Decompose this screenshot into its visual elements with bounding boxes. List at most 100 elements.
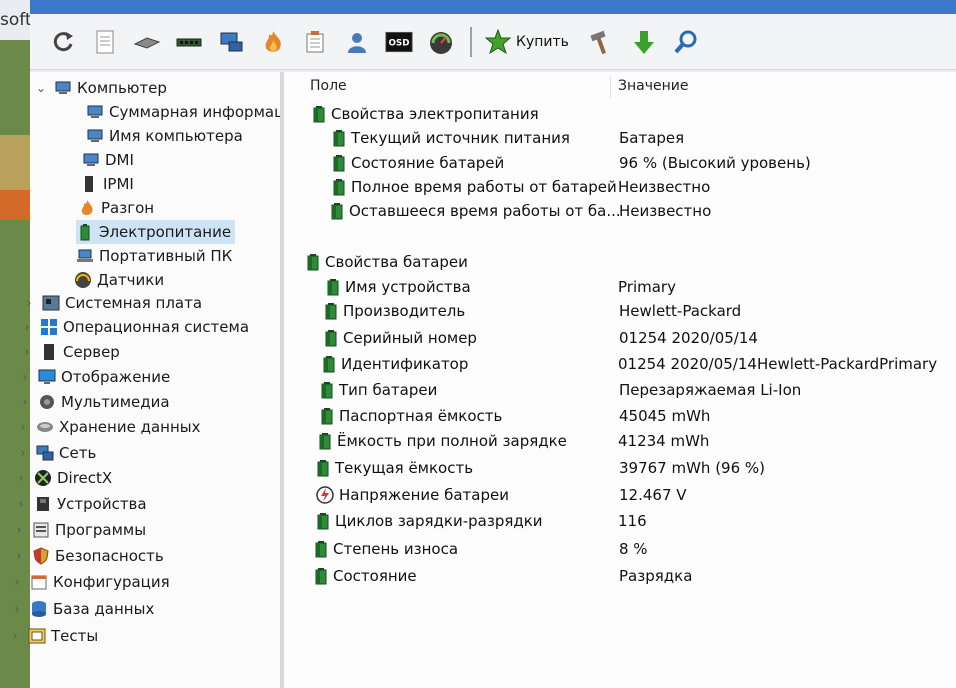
- table-row[interactable]: Напряжение батареи: [316, 483, 509, 507]
- column-header-value[interactable]: Значение: [618, 78, 688, 100]
- table-row[interactable]: Серийный номер: [324, 326, 477, 350]
- table-row[interactable]: Имя устройства: [326, 275, 471, 299]
- tree-item-computer-name[interactable]: Имя компьютера: [86, 124, 243, 148]
- tree-item-network[interactable]: › Сеть: [16, 441, 97, 465]
- tree-item-storage[interactable]: › Хранение данных: [16, 415, 201, 439]
- navigation-tree: ⌄ Компьютер Суммарная информация Имя комп…: [13, 72, 303, 688]
- expand-arrow[interactable]: ›: [8, 629, 22, 643]
- expand-arrow[interactable]: ›: [10, 602, 24, 616]
- tree-item-computer[interactable]: ⌄ Компьютер: [34, 76, 167, 100]
- table-row[interactable]: Тип батареи: [320, 378, 437, 402]
- field-value: 96 % (Высокий уровень): [619, 154, 811, 172]
- user-icon: [348, 32, 366, 53]
- tree-item-multimedia[interactable]: › Мультимедиа: [18, 390, 170, 414]
- tree-item-devices[interactable]: › Устройства: [14, 492, 147, 516]
- table-row[interactable]: Полное время работы от батарей: [332, 175, 617, 199]
- table-row[interactable]: Паспортная ёмкость: [320, 404, 502, 428]
- tree-item-summary[interactable]: Суммарная информация: [86, 100, 303, 124]
- table-row[interactable]: Циклов зарядки-разрядки: [316, 509, 543, 533]
- table-row[interactable]: Текущая ёмкость: [316, 456, 473, 480]
- tools-button[interactable]: [583, 23, 621, 61]
- expand-arrow[interactable]: ›: [12, 523, 26, 537]
- field-label: Напряжение батареи: [339, 486, 509, 504]
- expand-arrow[interactable]: ›: [18, 370, 32, 384]
- overclock-button[interactable]: [254, 23, 292, 61]
- expand-arrow[interactable]: ›: [10, 575, 24, 589]
- table-row[interactable]: Идентификатор: [322, 352, 468, 376]
- field-value: Разрядка: [619, 567, 693, 585]
- table-group-row[interactable]: Свойства электропитания: [312, 102, 539, 126]
- tree-item-overclock[interactable]: Разгон: [78, 196, 154, 220]
- ram-button[interactable]: [170, 23, 208, 61]
- table-row[interactable]: Состояние: [314, 564, 417, 588]
- field-label: Производитель: [343, 302, 466, 320]
- tree-item-label: Разгон: [101, 199, 155, 217]
- field-label: Свойства электропитания: [331, 105, 539, 123]
- tree-item-dmi[interactable]: DMI: [82, 148, 134, 172]
- search-button[interactable]: [667, 23, 705, 61]
- expand-arrow[interactable]: ›: [20, 320, 34, 334]
- tree-item-laptop[interactable]: Портативный ПК: [76, 244, 232, 268]
- battery-icon: [327, 279, 339, 296]
- tree-item-ipmi[interactable]: IPMI: [80, 172, 134, 196]
- tree-item-motherboard[interactable]: › Системная плата: [22, 291, 202, 315]
- tree-item-label: Имя компьютера: [109, 127, 243, 145]
- tree-item-label: Датчики: [97, 271, 165, 289]
- report-button[interactable]: [86, 23, 124, 61]
- field-label: Текущая ёмкость: [335, 459, 474, 477]
- osd-icon: OSD: [385, 31, 413, 52]
- network-button[interactable]: [212, 23, 250, 61]
- expand-arrow[interactable]: ›: [14, 497, 28, 511]
- expand-arrow[interactable]: ›: [20, 345, 34, 359]
- expand-arrow[interactable]: ›: [14, 471, 28, 485]
- sensors-button[interactable]: [422, 23, 460, 61]
- tree-item-config[interactable]: › Конфигурация: [10, 570, 170, 594]
- tree-item-tests[interactable]: › Тесты: [8, 624, 99, 648]
- expand-arrow[interactable]: ›: [12, 549, 26, 563]
- buy-button[interactable]: Купить: [482, 28, 579, 56]
- tree-item-label: Конфигурация: [53, 573, 170, 591]
- battery-icon: [317, 460, 329, 477]
- table-row[interactable]: Оставшееся время работы от ба...: [330, 199, 621, 223]
- battery-icon: [323, 356, 335, 373]
- table-group-row[interactable]: Свойства батареи: [306, 250, 468, 274]
- table-row[interactable]: Состояние батарей: [332, 151, 504, 175]
- expand-arrow[interactable]: ›: [22, 296, 36, 310]
- download-icon: [633, 30, 654, 54]
- column-header-field[interactable]: Поле: [310, 78, 347, 100]
- tree-item-os[interactable]: › Операционная система: [20, 315, 249, 339]
- download-button[interactable]: [625, 23, 663, 61]
- memory-button[interactable]: [128, 23, 166, 61]
- table-row[interactable]: Степень износа: [314, 537, 458, 561]
- tree-item-security[interactable]: › Безопасность: [12, 544, 164, 568]
- user-button[interactable]: [338, 23, 376, 61]
- tree-item-sensors[interactable]: Датчики: [74, 268, 164, 292]
- refresh-button[interactable]: [44, 23, 82, 61]
- schedule-button[interactable]: [296, 23, 334, 61]
- hammer-icon: [590, 30, 606, 54]
- toolbar: OSD Купить: [30, 14, 956, 70]
- tree-item-programs[interactable]: › Программы: [12, 518, 146, 542]
- column-separator[interactable]: [610, 76, 611, 98]
- computer-icon: [87, 105, 103, 118]
- table-row[interactable]: Текущий источник питания: [332, 126, 570, 150]
- osd-button[interactable]: OSD: [380, 23, 418, 61]
- expand-arrow[interactable]: ›: [16, 446, 30, 460]
- table-row[interactable]: Ёмкость при полной зарядке: [318, 429, 567, 453]
- field-label: Тип батареи: [339, 381, 438, 399]
- table-row[interactable]: Производитель: [324, 299, 465, 323]
- tree-item-label: Отображение: [61, 368, 171, 386]
- field-label: Серийный номер: [343, 329, 477, 347]
- tree-item-display[interactable]: › Отображение: [18, 365, 171, 389]
- expand-arrow[interactable]: ›: [18, 395, 32, 409]
- shield-icon: [33, 547, 49, 565]
- tree-item-label: Системная плата: [65, 294, 203, 312]
- tree-item-server[interactable]: › Сервер: [20, 340, 120, 364]
- tree-item-directx[interactable]: › DirectX: [14, 466, 113, 490]
- expand-arrow[interactable]: ⌄: [34, 81, 48, 95]
- tree-item-label: Суммарная информация: [109, 103, 304, 121]
- field-value: 41234 mWh: [618, 432, 710, 450]
- tree-item-power[interactable]: Электропитание: [76, 220, 236, 244]
- tree-item-database[interactable]: › База данных: [10, 597, 155, 621]
- expand-arrow[interactable]: ›: [16, 420, 30, 434]
